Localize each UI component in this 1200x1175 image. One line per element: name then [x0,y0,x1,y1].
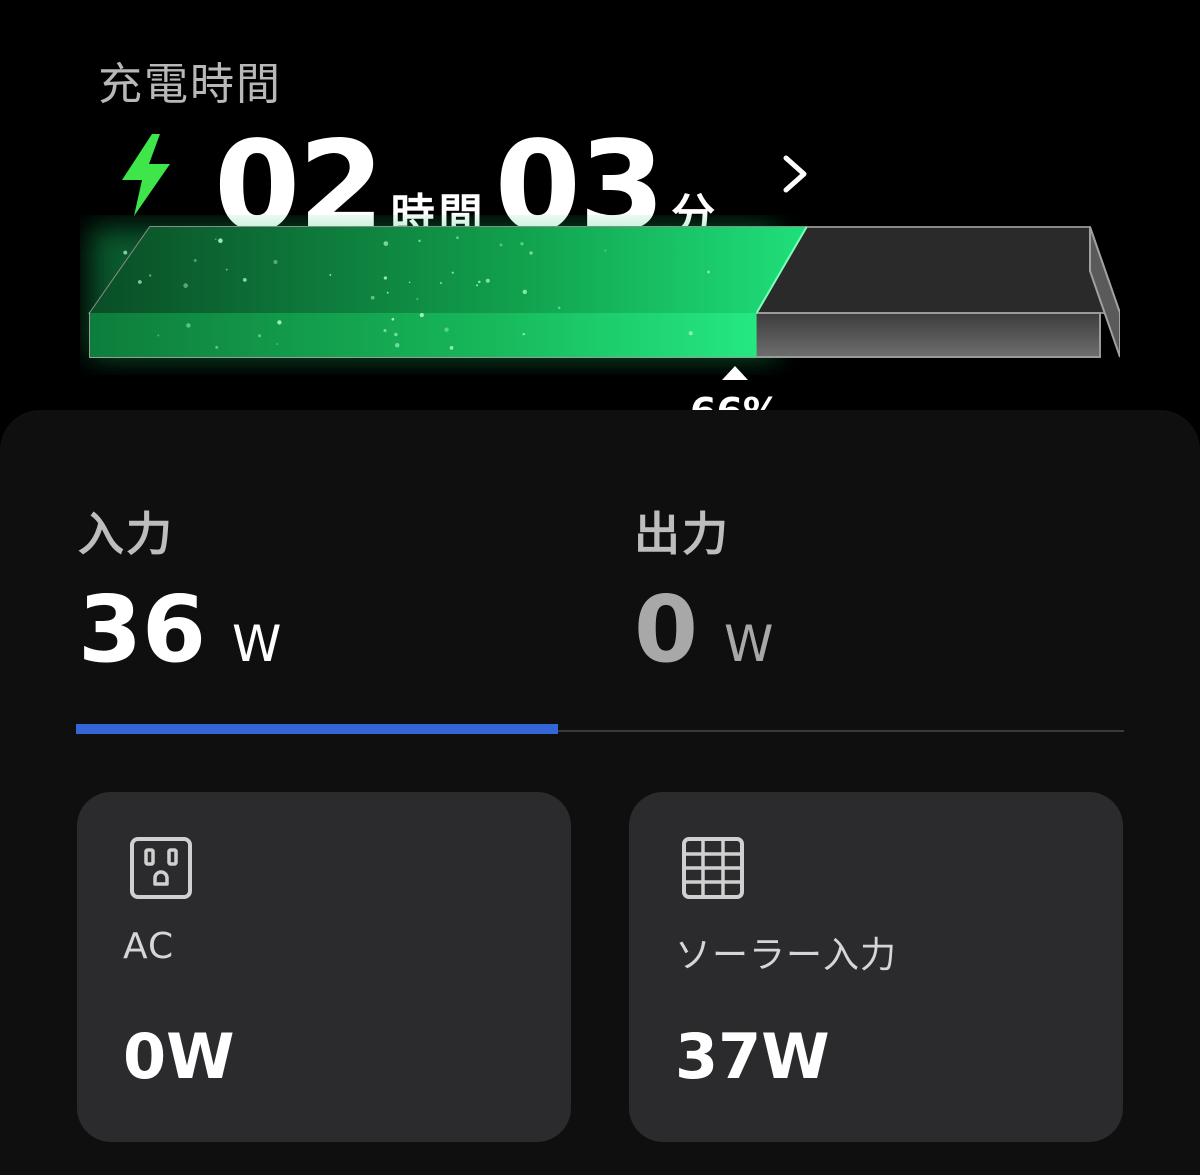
battery-sparkle [214,238,217,241]
battery-sparkle [370,295,375,300]
solar-value: 37W [675,1020,830,1093]
battery-sparkle [478,280,481,284]
battery-sparkle [408,281,411,284]
battery-sparkle [485,278,490,283]
battery-sparkle [383,241,389,246]
battery-sparkle [520,242,524,246]
battery-sparkle [383,276,388,280]
battery-sparkle [707,270,711,274]
battery-sparkle [276,343,278,345]
output-power[interactable]: 0 W [634,580,773,680]
input-power[interactable]: 36 W [78,580,281,680]
solar-input-card[interactable]: ソーラー入力 37W [629,792,1123,1142]
battery-sparkle [386,291,389,294]
output-unit: W [724,615,774,673]
input-share-bar [76,724,559,734]
battery-sparkle [529,251,533,255]
input-label: 入力 [78,507,174,561]
battery-sparkle [186,323,191,328]
battery-sparkle [215,345,219,349]
battery-sparkle [451,271,454,274]
battery-sparkle [137,280,142,284]
battery-level-bar [88,226,1120,358]
ac-value: 0W [123,1020,235,1093]
battery-sparkle [391,317,395,321]
battery-sparkle [277,320,282,325]
charge-time-title: 充電時間 [98,59,282,110]
battery-sparkle [157,334,160,337]
battery-sparkle [148,274,152,277]
battery-sparkle [419,313,424,318]
battery-sparkle [329,273,332,276]
battery-sparkle [476,284,478,287]
battery-sparkle [242,277,247,282]
battery-sparkle [273,259,278,264]
battery-sparkle [688,331,693,336]
output-value: 0 [634,576,699,683]
solar-label: ソーラー入力 [675,935,898,976]
battery-sparkle [383,329,387,333]
battery-sparkle [123,250,128,255]
battery-sparkle [558,306,561,310]
solar-panel-icon [682,837,744,899]
battery-sparkle [604,249,607,252]
battery-sparkle [193,259,197,263]
battery-sparkle [225,268,228,271]
battery-sparkle [499,243,503,247]
input-unit: W [232,615,282,673]
battery-sparkle [257,334,262,338]
battery-sparkle [456,236,459,240]
battery-sparkle [395,343,400,348]
battery-sparkle [394,332,398,337]
lightning-bolt-icon [122,134,170,216]
battery-sparkle [218,238,223,244]
battery-sparkle [418,239,421,243]
battery-sparkle [522,332,525,336]
percent-marker-icon [722,366,748,380]
ac-label: AC [123,926,175,967]
battery-sparkle [449,346,454,350]
chevron-right-icon[interactable] [780,152,810,196]
battery-sparkle [416,297,419,300]
battery-sparkle [183,283,189,288]
input-value: 36 [78,576,207,683]
output-label: 出力 [634,507,730,561]
battery-sparkle [522,289,528,295]
ac-outlet-icon [130,837,192,899]
ac-input-card[interactable]: AC 0W [77,792,571,1142]
battery-sparkle [439,282,442,285]
battery-sparkle [444,327,449,332]
